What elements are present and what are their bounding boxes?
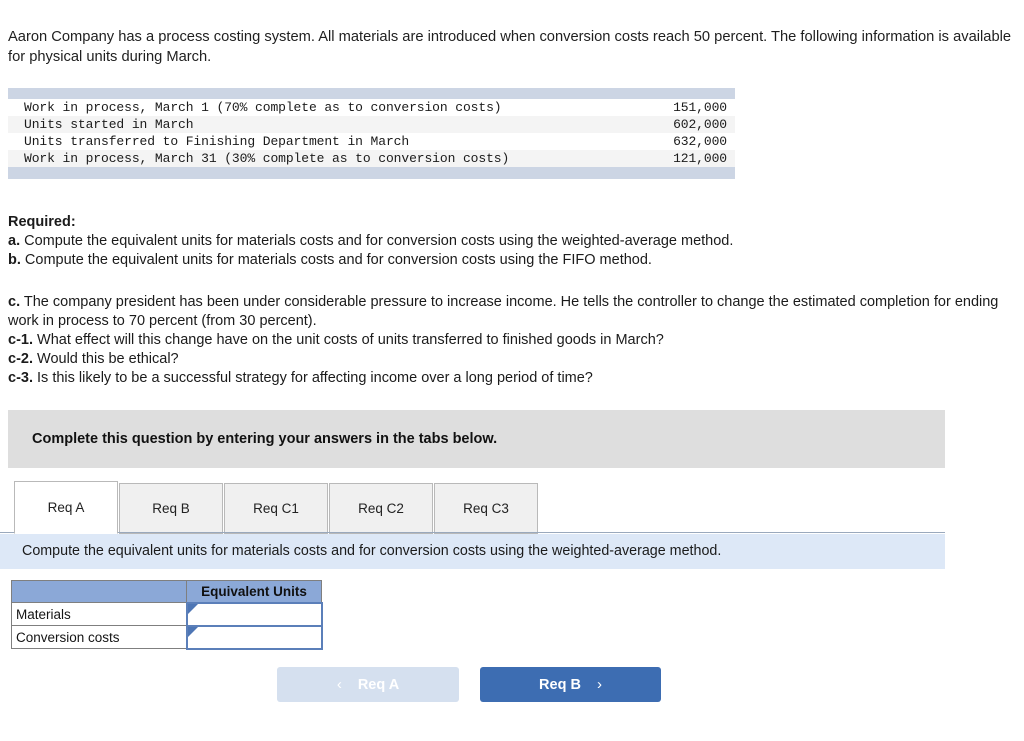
- part-c3-marker: c-3.: [8, 370, 33, 386]
- part-c3-item: c-3. Is this likely to be a successful s…: [8, 369, 1024, 388]
- required-item-b-marker: b.: [8, 252, 21, 268]
- answer-table-header-equivalent-units: Equivalent Units: [186, 580, 322, 603]
- part-c-text: The company president has been under con…: [8, 294, 999, 329]
- chevron-left-icon: ‹: [336, 676, 342, 693]
- part-c-marker: c.: [8, 294, 21, 310]
- tab-underline-rule: [0, 532, 945, 533]
- table-row-label: Units started in March: [24, 117, 194, 132]
- required-item-b: b. Compute the equivalent units for mate…: [8, 251, 1022, 270]
- table-row: Units started in March 602,000: [8, 116, 735, 133]
- answer-table-row-conversion-costs: Conversion costs: [11, 624, 323, 650]
- part-c-item: c. The company president has been under …: [8, 293, 1024, 331]
- table-row-label: Work in process, March 31 (30% complete …: [24, 151, 510, 166]
- table-row-amount: 151,000: [673, 100, 727, 115]
- part-c2-marker: c-2.: [8, 351, 33, 367]
- next-requirement-label: Req B: [539, 676, 581, 693]
- required-item-b-text: Compute the equivalent units for materia…: [24, 252, 652, 268]
- part-c1-marker: c-1.: [8, 332, 33, 348]
- part-c1-item: c-1. What effect will this change have o…: [8, 331, 1024, 350]
- table-row-amount: 602,000: [673, 117, 727, 132]
- required-item-a-text: Compute the equivalent units for materia…: [24, 233, 734, 249]
- part-c3-text: Is this likely to be a successful strate…: [37, 370, 593, 386]
- requirement-tabs: Req A Req B Req C1 Req C2 Req C3: [14, 481, 539, 534]
- table-row-label: Units transferred to Finishing Departmen…: [24, 134, 410, 149]
- table-row: Units transferred to Finishing Departmen…: [8, 133, 735, 150]
- table-bottom-bar: [8, 167, 735, 179]
- answer-row-label-materials: Materials: [11, 602, 187, 626]
- tab-req-c2-label: Req C2: [358, 501, 404, 516]
- tab-req-c2[interactable]: Req C2: [329, 483, 433, 534]
- chevron-right-icon: ›: [596, 676, 602, 693]
- physical-units-table: Work in process, March 1 (70% complete a…: [8, 88, 735, 179]
- prev-requirement-label: Req A: [357, 676, 400, 693]
- prev-requirement-button[interactable]: ‹ Req A: [277, 667, 459, 702]
- part-c2-item: c-2. Would this be ethical?: [8, 350, 1024, 369]
- part-c1-text: What effect will this change have on the…: [37, 332, 664, 348]
- tab-req-a[interactable]: Req A: [14, 481, 118, 534]
- required-section: Required: a. Compute the equivalent unit…: [8, 213, 1022, 270]
- required-item-a-marker: a.: [8, 233, 21, 249]
- tab-req-b[interactable]: Req B: [119, 483, 223, 534]
- complete-question-banner: Complete this question by entering your …: [8, 410, 945, 468]
- answer-input-conversion-costs[interactable]: [185, 624, 323, 650]
- part-c2-text: Would this be ethical?: [37, 351, 179, 367]
- answer-table-header-blank: [11, 580, 187, 603]
- cell-marker-icon: [187, 603, 198, 614]
- cell-marker-icon: [187, 626, 198, 637]
- table-row: Work in process, March 31 (30% complete …: [8, 150, 735, 167]
- table-row-amount: 121,000: [673, 151, 727, 166]
- part-c-section: c. The company president has been under …: [8, 293, 1024, 388]
- required-heading: Required:: [8, 214, 76, 230]
- table-top-bar: [8, 88, 735, 99]
- tab-req-a-label: Req A: [47, 500, 85, 515]
- tab-req-c1-label: Req C1: [253, 501, 299, 516]
- table-row-label: Work in process, March 1 (70% complete a…: [24, 100, 502, 115]
- tab-instruction-text: Compute the equivalent units for materia…: [22, 543, 722, 559]
- tab-instruction-bar: Compute the equivalent units for materia…: [0, 534, 945, 569]
- table-row-amount: 632,000: [673, 134, 727, 149]
- answer-table-header-row: Equivalent Units: [11, 580, 322, 603]
- tab-req-c1[interactable]: Req C1: [224, 483, 328, 534]
- tab-req-c3-label: Req C3: [463, 501, 509, 516]
- answer-table-row-materials: Materials: [11, 601, 323, 627]
- tab-req-c3[interactable]: Req C3: [434, 483, 538, 534]
- required-item-a: a. Compute the equivalent units for mate…: [8, 232, 1022, 251]
- complete-question-banner-text: Complete this question by entering your …: [32, 431, 498, 447]
- next-requirement-button[interactable]: Req B ›: [480, 667, 661, 702]
- tab-req-b-label: Req B: [152, 501, 190, 516]
- equivalent-units-answer-table: Equivalent Units Materials Conversion co…: [11, 580, 323, 650]
- answer-row-label-conversion-costs: Conversion costs: [11, 625, 187, 649]
- answer-input-materials[interactable]: [185, 601, 323, 627]
- intro-paragraph: Aaron Company has a process costing syst…: [8, 29, 1012, 65]
- table-row: Work in process, March 1 (70% complete a…: [8, 99, 735, 116]
